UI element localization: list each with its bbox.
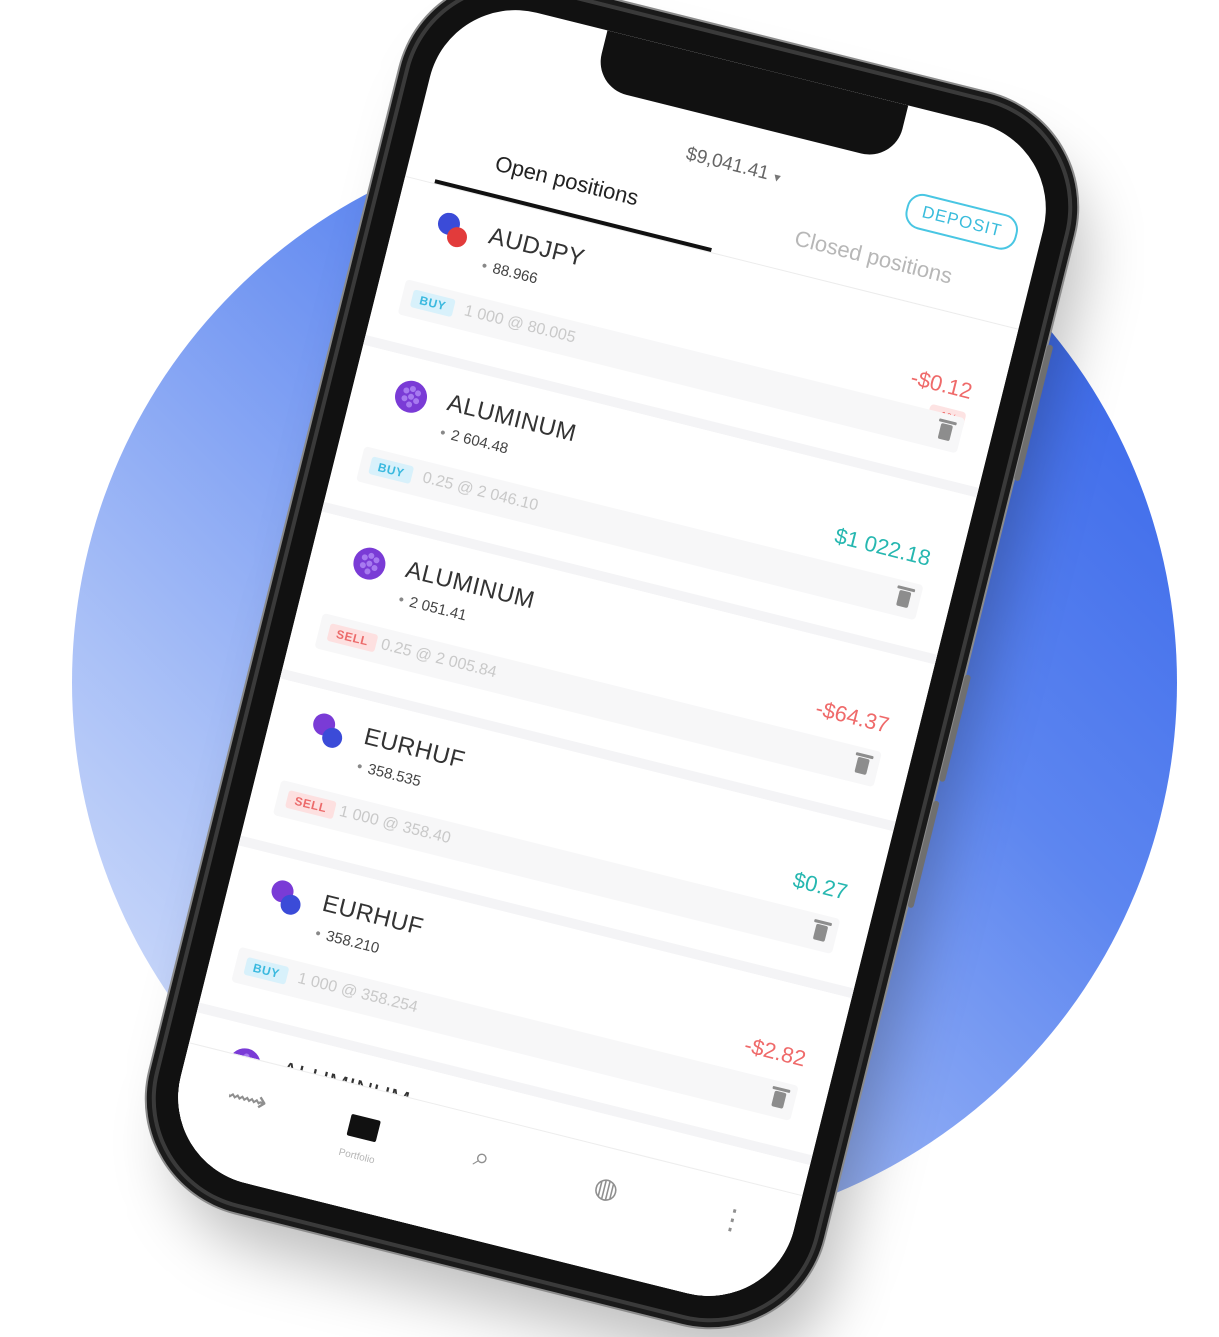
position-pnl: -$64.37 (813, 695, 892, 738)
side-badge: BUY (243, 956, 290, 985)
rate-trend-icon: • (479, 257, 490, 276)
nav-more[interactable]: ⋮ (676, 1190, 786, 1265)
order-amount: 1 000 @ 358.254 (295, 969, 420, 1017)
order-amount: 1 000 @ 80.005 (462, 302, 578, 347)
order-amount: 0.25 @ 2 046.10 (420, 469, 540, 515)
nav-globe[interactable]: ◍ (550, 1159, 660, 1234)
position-pnl: $0.27 (790, 867, 851, 905)
rate-trend-icon: • (313, 924, 323, 943)
side-badge: SELL (326, 623, 379, 653)
position-pnl: -$2.82 (741, 1032, 809, 1072)
chevron-down-icon: ▾ (772, 169, 783, 186)
position-pnl: $1 022.18 (832, 522, 934, 571)
account-balance: $9,041.41 (683, 143, 772, 185)
side-badge: BUY (368, 456, 415, 485)
phone-frame: $9,041.41▾ DEPOSIT Open positions Closed… (132, 0, 1092, 1337)
aluminum-commodity-icon (395, 380, 428, 413)
eurhuf-flags-icon (313, 713, 343, 748)
order-amount: 1 000 @ 358.40 (337, 803, 453, 848)
rate-value: 358.535 (365, 760, 423, 791)
rate-trend-icon: • (438, 424, 448, 442)
nav-markets[interactable]: ⟿ (191, 1069, 301, 1144)
side-badge: SELL (284, 789, 337, 820)
nav-portfolio[interactable]: Portfolio (306, 1098, 416, 1175)
rate-trend-icon: • (396, 591, 406, 609)
position-pnl: -$0.12 (908, 364, 975, 404)
rate-value: 358.210 (324, 927, 382, 958)
aluminum-commodity-icon (353, 547, 386, 580)
rate-value: 2 604.48 (449, 426, 510, 458)
nav-search[interactable]: ⌕ (425, 1128, 535, 1203)
rate-value: 88.966 (490, 259, 540, 288)
rate-value: 2 051.41 (407, 593, 469, 625)
current-rate: • 88.966 (480, 257, 540, 287)
audjpy-flags-icon (437, 212, 467, 248)
rate-trend-icon: • (354, 757, 365, 776)
side-badge: BUY (409, 289, 456, 318)
order-amount: 0.25 @ 2 005.84 (379, 636, 499, 682)
eurhuf-flags-icon (271, 880, 301, 915)
stage: $9,041.41▾ DEPOSIT Open positions Closed… (0, 0, 1219, 1337)
